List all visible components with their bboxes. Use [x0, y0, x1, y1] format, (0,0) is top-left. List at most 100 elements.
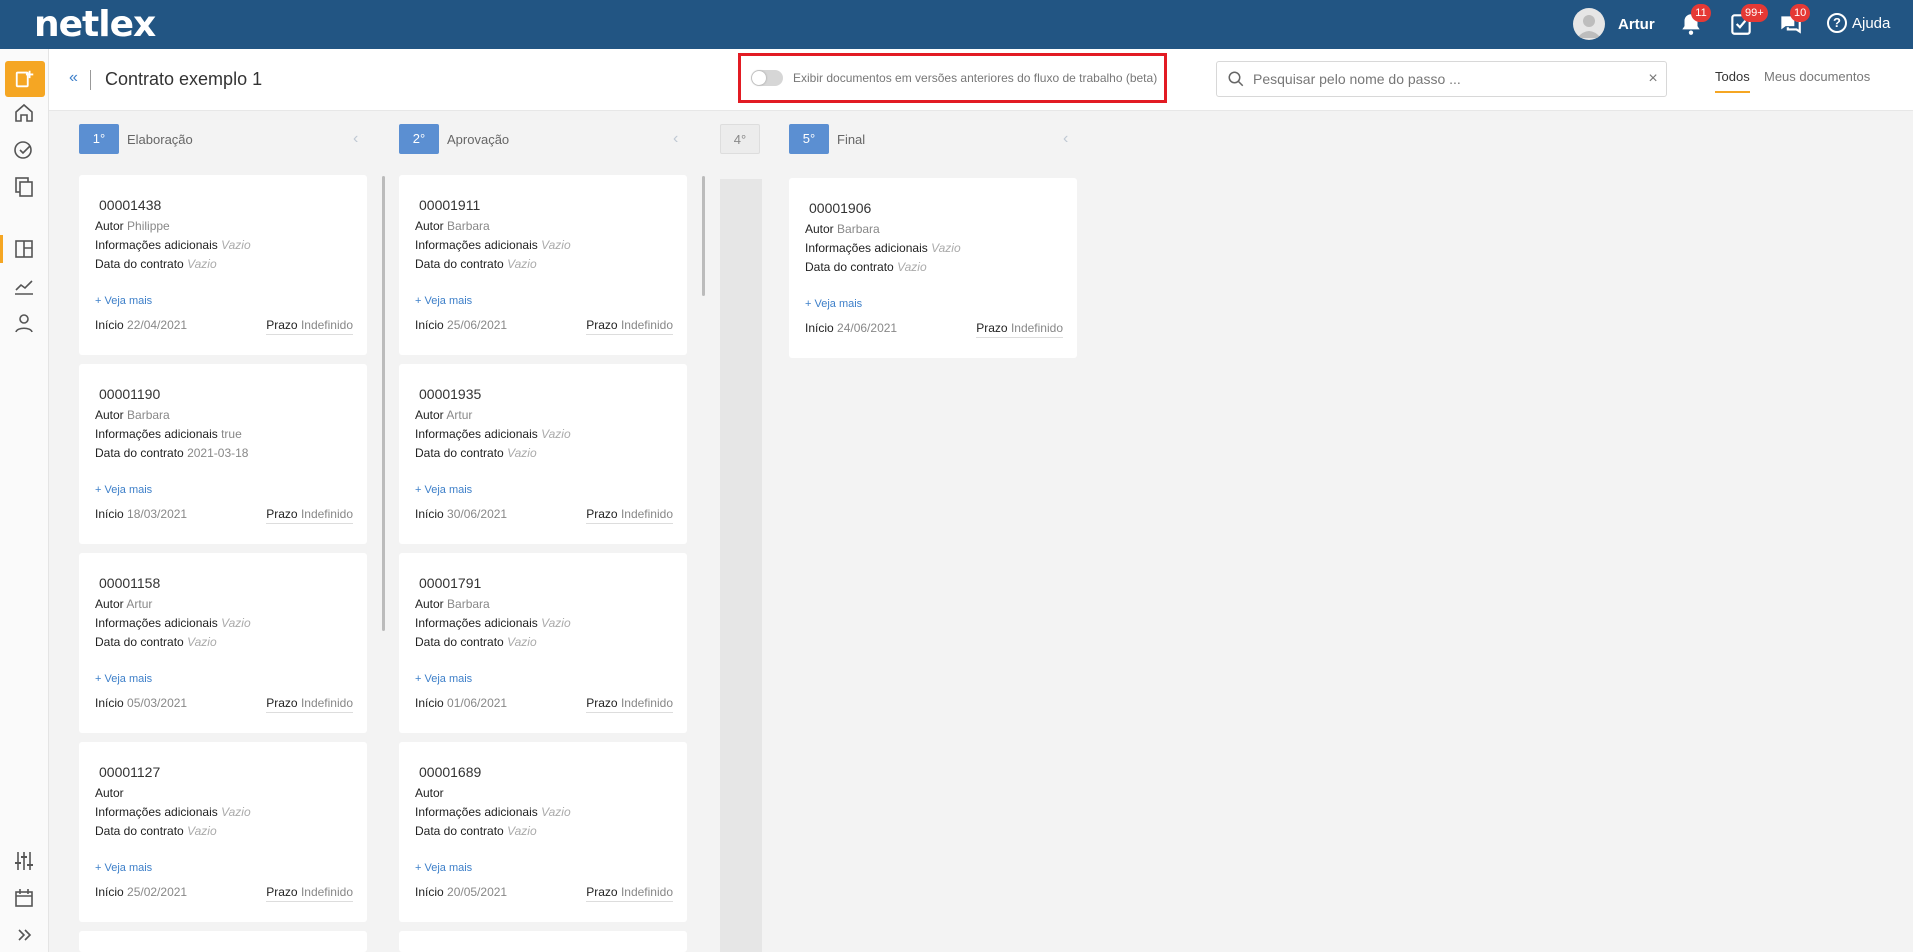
date-row: Data do contrato Vazio: [95, 257, 217, 271]
search-icon: [1228, 71, 1244, 87]
step-number: 5°: [789, 124, 829, 154]
see-more-link[interactable]: + Veja mais: [415, 673, 472, 685]
calendar-icon[interactable]: [12, 886, 36, 910]
search-input[interactable]: [1253, 71, 1640, 87]
see-more-link[interactable]: + Veja mais: [415, 484, 472, 496]
date-row: Data do contrato Vazio: [415, 446, 537, 460]
date-row: Data do contrato Vazio: [415, 635, 537, 649]
see-more-link[interactable]: + Veja mais: [805, 298, 862, 310]
tab-meus-documentos[interactable]: Meus documentos: [1764, 69, 1870, 84]
deadline: Prazo Indefinido: [586, 318, 673, 335]
document-card[interactable]: 00001438 Autor Philippe Informações adic…: [79, 175, 367, 355]
netlex-logo[interactable]: netlex: [34, 6, 156, 44]
start-date: Início 01/06/2021: [415, 696, 508, 710]
sidebar: [0, 49, 49, 952]
author-row: Autor Barbara: [415, 597, 490, 611]
chevron-left-icon[interactable]: ‹: [1063, 130, 1068, 148]
info-row: Informações adicionais Vazio: [415, 427, 571, 441]
date-row: Data do contrato Vazio: [95, 635, 217, 649]
info-row: Informações adicionais Vazio: [415, 805, 571, 819]
tab-todos[interactable]: Todos: [1715, 69, 1750, 93]
start-date: Início 30/06/2021: [415, 507, 508, 521]
document-card[interactable]: 00001911 Autor Barbara Informações adici…: [399, 175, 687, 355]
start-date: Início 05/03/2021: [95, 696, 188, 710]
new-document-icon: [15, 70, 34, 88]
document-card[interactable]: [399, 931, 687, 952]
document-number: 00001127: [99, 764, 161, 780]
avatar[interactable]: [1573, 8, 1605, 40]
see-more-link[interactable]: + Veja mais: [95, 673, 152, 685]
page-header: « Contrato exemplo 1 Exibir documentos e…: [49, 49, 1913, 111]
active-indicator: [0, 235, 3, 263]
column-header-1: 1° Elaboração: [79, 124, 193, 154]
document-number: 00001689: [419, 764, 482, 780]
clear-icon[interactable]: ×: [1640, 70, 1666, 88]
info-row: Informações adicionais Vazio: [95, 805, 251, 819]
document-card[interactable]: [79, 931, 367, 952]
home-icon[interactable]: [12, 101, 36, 125]
start-date: Início 18/03/2021: [95, 507, 188, 521]
document-card[interactable]: 00001190 Autor Barbara Informações adici…: [79, 364, 367, 544]
see-more-link[interactable]: + Veja mais: [95, 295, 152, 307]
collapsed-column[interactable]: [720, 179, 762, 952]
bell-icon[interactable]: 11: [1678, 4, 1711, 37]
column-header-4[interactable]: 4°: [720, 124, 760, 154]
collapse-icon[interactable]: «: [69, 69, 78, 87]
step-number: 2°: [399, 124, 439, 154]
document-number: 00001906: [809, 200, 872, 216]
date-row: Data do contrato Vazio: [415, 257, 537, 271]
see-more-link[interactable]: + Veja mais: [415, 862, 472, 874]
deadline: Prazo Indefinido: [976, 321, 1063, 338]
workflow-board-icon[interactable]: [12, 237, 36, 261]
start-date: Início 22/04/2021: [95, 318, 188, 332]
expand-icon[interactable]: [12, 923, 36, 947]
help-link[interactable]: ? Ajuda: [1827, 13, 1890, 33]
user-name[interactable]: Artur: [1618, 16, 1655, 33]
column-header-2: 2° Aprovação: [399, 124, 509, 154]
see-more-link[interactable]: + Veja mais: [95, 484, 152, 496]
document-card[interactable]: 00001689 Autor Informações adicionais Va…: [399, 742, 687, 922]
start-date: Início 20/05/2021: [415, 885, 508, 899]
document-card[interactable]: 00001935 Autor Artur Informações adicion…: [399, 364, 687, 544]
chart-icon[interactable]: [12, 274, 36, 298]
column-scrollbar[interactable]: [702, 176, 705, 296]
info-row: Informações adicionais Vazio: [415, 238, 571, 252]
settings-sliders-icon[interactable]: [12, 849, 36, 873]
info-row: Informações adicionais true: [95, 427, 242, 441]
previous-versions-toggle[interactable]: [751, 70, 783, 86]
tasks-icon[interactable]: 99+: [1728, 4, 1768, 37]
chevron-left-icon[interactable]: ‹: [353, 130, 358, 148]
document-number: 00001438: [99, 197, 162, 213]
deadline: Prazo Indefinido: [586, 507, 673, 524]
step-name: Final: [837, 131, 866, 147]
author-row: Autor Philippe: [95, 219, 170, 233]
help-icon: ?: [1827, 13, 1847, 33]
new-document-button[interactable]: [5, 61, 45, 97]
top-bar: netlex Artur 11 99+ 10 ? Ajuda: [0, 0, 1913, 49]
document-card[interactable]: 00001127 Autor Informações adicionais Va…: [79, 742, 367, 922]
date-row: Data do contrato Vazio: [95, 824, 217, 838]
deadline: Prazo Indefinido: [266, 318, 353, 335]
messages-icon[interactable]: 10: [1777, 4, 1811, 37]
document-number: 00001791: [419, 575, 482, 591]
user-icon[interactable]: [12, 311, 36, 335]
deadline: Prazo Indefinido: [586, 696, 673, 713]
previous-versions-toggle-box: Exibir documentos em versões anteriores …: [738, 53, 1167, 103]
deadline: Prazo Indefinido: [266, 696, 353, 713]
author-row: Autor Barbara: [415, 219, 490, 233]
document-number: 00001911: [419, 197, 481, 213]
info-row: Informações adicionais Vazio: [415, 616, 571, 630]
document-card[interactable]: 00001906 Autor Barbara Informações adici…: [789, 178, 1077, 358]
see-more-link[interactable]: + Veja mais: [95, 862, 152, 874]
chevron-left-icon[interactable]: ‹: [673, 130, 678, 148]
see-more-link[interactable]: + Veja mais: [415, 295, 472, 307]
documents-icon[interactable]: [12, 175, 36, 199]
document-card[interactable]: 00001158 Autor Artur Informações adicion…: [79, 553, 367, 733]
document-card[interactable]: 00001791 Autor Barbara Informações adici…: [399, 553, 687, 733]
column-scrollbar[interactable]: [382, 176, 385, 631]
step-name: Aprovação: [447, 131, 510, 147]
start-date: Início 25/06/2021: [415, 318, 508, 332]
check-circle-icon[interactable]: [12, 138, 36, 162]
info-row: Informações adicionais Vazio: [95, 238, 251, 252]
date-row: Data do contrato 2021-03-18: [95, 446, 249, 460]
